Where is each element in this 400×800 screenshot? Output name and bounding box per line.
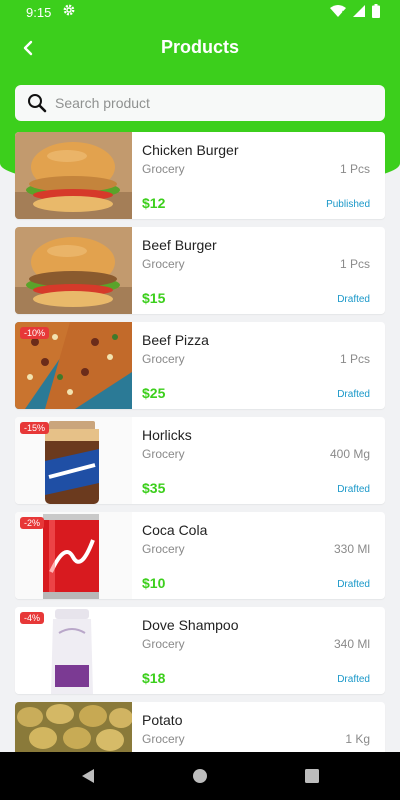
product-image-horlicks: -15% [15, 417, 132, 504]
product-quantity: 340 Ml [333, 637, 370, 651]
product-category: Grocery [142, 542, 185, 556]
product-name: Chicken Burger [142, 142, 239, 158]
product-status: Drafted [337, 484, 370, 495]
product-category: Grocery [142, 257, 185, 271]
search-input[interactable] [55, 95, 355, 111]
product-price: $25 [142, 385, 166, 401]
discount-badge: -4% [20, 612, 45, 624]
product-status: Drafted [337, 389, 370, 400]
product-image-beef-burger [15, 227, 132, 314]
search-icon [28, 94, 47, 113]
product-price: $12 [142, 195, 166, 211]
system-navigation-bar [0, 752, 400, 800]
product-status: Drafted [337, 294, 370, 305]
product-price: $10 [142, 575, 166, 591]
product-card[interactable]: -10% Beef Pizza Grocery 1 Pcs $25 Drafte… [15, 322, 385, 409]
square-recents-icon [305, 769, 319, 783]
circle-home-icon [193, 769, 207, 783]
settings-gear-icon [63, 4, 75, 16]
product-quantity: 400 Mg [329, 447, 370, 461]
product-quantity: 1 Pcs [339, 162, 370, 176]
status-bar: 9:15 [0, 0, 400, 24]
page-title: Products [160, 37, 239, 57]
product-name: Beef Pizza [142, 332, 209, 348]
product-status: Published [326, 199, 370, 210]
status-time: 9:15 [26, 5, 52, 20]
product-category: Grocery [142, 162, 185, 176]
product-card[interactable]: Chicken Burger Grocery 1 Pcs $12 Publish… [15, 132, 385, 219]
product-price: $15 [142, 290, 166, 306]
wifi-icon [330, 5, 346, 17]
nav-back-button[interactable] [78, 766, 98, 786]
product-name: Horlicks [142, 427, 192, 443]
product-category: Grocery [142, 732, 185, 746]
product-card[interactable]: -15% Horlicks Grocery 400 Mg $35 Drafted [15, 417, 385, 504]
product-image-coca-cola: -2% [15, 512, 132, 599]
product-price: $35 [142, 480, 166, 496]
product-status: Drafted [337, 579, 370, 590]
discount-badge: -15% [20, 422, 50, 434]
product-name: Potato [142, 712, 183, 728]
product-price: $18 [142, 670, 166, 686]
discount-badge: -2% [20, 517, 45, 529]
product-image-beef-pizza: -10% [15, 322, 132, 409]
product-category: Grocery [142, 352, 185, 366]
product-card[interactable]: Beef Burger Grocery 1 Pcs $15 Drafted [15, 227, 385, 314]
nav-home-button[interactable] [190, 766, 210, 786]
battery-icon [372, 4, 380, 18]
product-quantity: 1 Pcs [339, 352, 370, 366]
toolbar: Products [0, 24, 400, 72]
product-status: Drafted [337, 674, 370, 685]
triangle-back-icon [82, 769, 94, 783]
product-card[interactable]: -4% Dove Shampoo Grocery 340 Ml $18 Draf… [15, 607, 385, 694]
product-name: Beef Burger [142, 237, 217, 253]
nav-recents-button[interactable] [302, 766, 322, 786]
discount-badge: -10% [20, 327, 50, 339]
product-name: Coca Cola [142, 522, 208, 538]
product-image-chicken-burger [15, 132, 132, 219]
product-image-dove-shampoo: -4% [15, 607, 132, 694]
search-bar[interactable] [15, 85, 385, 121]
product-quantity: 1 Kg [345, 732, 370, 746]
product-category: Grocery [142, 447, 185, 461]
product-category: Grocery [142, 637, 185, 651]
product-quantity: 330 Ml [333, 542, 370, 556]
product-quantity: 1 Pcs [339, 257, 370, 271]
product-name: Dove Shampoo [142, 617, 239, 633]
product-card[interactable]: -2% Coca Cola Grocery 330 Ml $10 Drafted [15, 512, 385, 599]
cell-signal-icon [353, 5, 365, 17]
product-list[interactable]: Chicken Burger Grocery 1 Pcs $12 Publish… [15, 132, 385, 797]
